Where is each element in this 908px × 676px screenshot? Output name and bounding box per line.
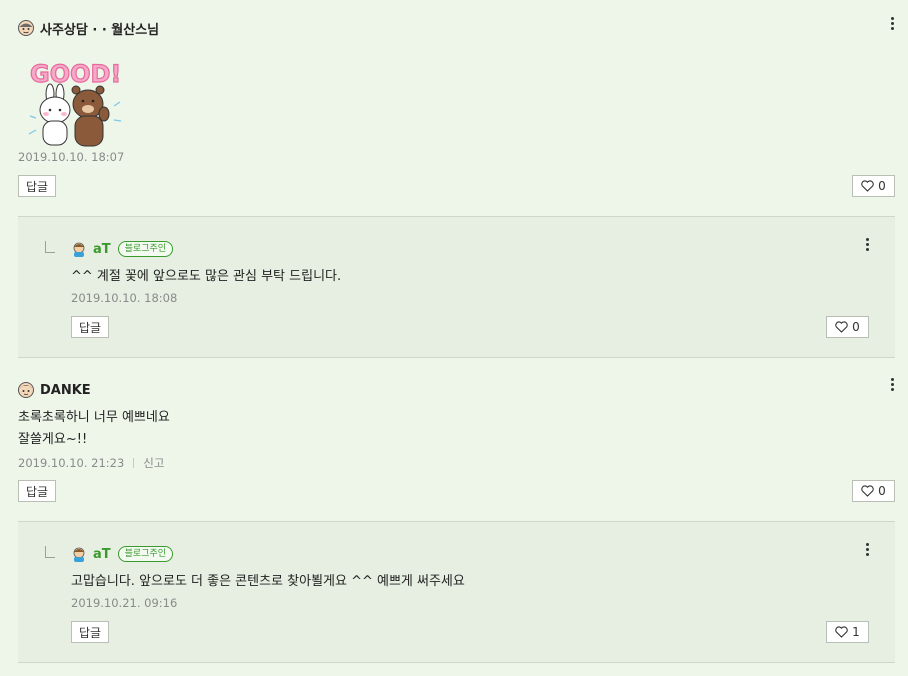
meta-divider [133,458,135,468]
like-count: 1 [852,625,860,639]
heart-icon [861,180,874,192]
reply-author[interactable]: aT [93,547,111,562]
comment-author-row: 사주상담 · · 월산스님 [18,19,159,38]
reply-date: 2019.10.21. 09:16 [71,596,177,610]
owner-avatar-icon[interactable] [71,546,87,562]
reply-text: ^^ 계절 꽃에 앞으로도 많은 관심 부탁 드립니다. [71,269,342,284]
blog-owner-badge: 블로그주인 [117,546,174,562]
like-button[interactable]: 0 [852,175,895,197]
heart-icon [835,626,848,638]
reply-date: 2019.10.10. 18:08 [71,291,177,305]
like-button[interactable]: 1 [826,621,869,643]
reply-date-text: 2019.10.10. 18:08 [71,291,178,305]
reply-author-row: aT 블로그주인 [71,545,174,563]
owner-avatar-icon[interactable] [71,241,87,257]
like-button[interactable]: 0 [826,316,869,338]
reply-button[interactable]: 답글 [18,480,56,502]
report-link[interactable]: 신고 [143,455,164,471]
comment-text-line: 잘쓸게요~!! [18,432,88,447]
comment-date-text: 2019.10.10. 18:07 [18,150,125,164]
reply-author-row: aT 블로그주인 [71,240,174,258]
comment-date: 2019.10.10. 18:07 [18,150,124,164]
reply-indicator-icon [45,241,55,253]
comment-text-line: 초록초록하니 너무 예쁘네요 [18,410,170,425]
comment-author[interactable]: 사주상담 · · 월산스님 [40,19,159,38]
good-sticker-image: GOOD! [28,58,122,150]
more-options-icon[interactable] [862,541,872,557]
more-options-icon[interactable] [887,376,897,392]
reply-button[interactable]: 답글 [71,621,109,643]
like-count: 0 [878,179,886,193]
reply-date-text: 2019.10.21. 09:16 [71,596,178,610]
like-button[interactable]: 0 [852,480,895,502]
reply-button[interactable]: 답글 [71,316,109,338]
user-avatar-icon[interactable] [18,20,34,36]
reply-button[interactable]: 답글 [18,175,56,197]
reply-indicator-icon [45,546,55,558]
heart-icon [861,485,874,497]
blog-owner-badge: 블로그주인 [117,241,174,257]
reply-author[interactable]: aT [93,242,111,257]
sticker-text: GOOD! [30,60,121,88]
reply-text: 고맙습니다. 앞으로도 더 좋은 콘텐츠로 찾아뵐게요 ^^ 예쁘게 써주세요 [71,574,465,589]
comment-meta: 2019.10.10. 21:23 신고 [18,455,164,471]
like-count: 0 [852,320,860,334]
comment-author-row: DANKE [18,381,91,399]
more-options-icon[interactable] [887,15,897,31]
more-options-icon[interactable] [862,236,872,252]
heart-icon [835,321,848,333]
comment-date-text: 2019.10.10. 21:23 [18,456,125,470]
user-avatar-icon[interactable] [18,382,34,398]
like-count: 0 [878,484,886,498]
comment-author[interactable]: DANKE [40,383,91,398]
